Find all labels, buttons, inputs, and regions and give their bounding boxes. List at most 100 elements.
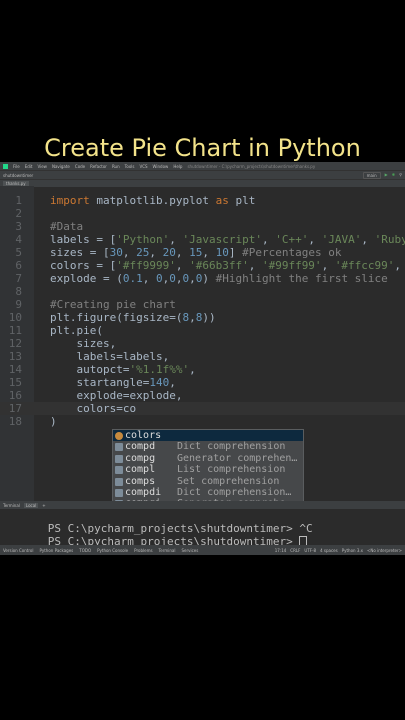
menu-window[interactable]: Window: [153, 164, 169, 169]
code-text: plt.pie(: [50, 324, 103, 337]
line-number: 3: [15, 220, 22, 233]
code-text: labels=labels,: [50, 350, 170, 363]
line-number: 2: [15, 207, 22, 220]
code-line[interactable]: 9 #Creating pie chart: [0, 298, 405, 311]
navigation-bar: shutdowntimer main ▶ ✱ ⚲: [0, 170, 405, 179]
code-text: colors = ['#ff9999', '#66b3ff', '#99ff99…: [50, 259, 402, 272]
terminal-panel[interactable]: Terminal Local + PS C:\pycharm_projects\…: [0, 501, 405, 548]
line-number: 11: [8, 324, 22, 337]
code-text: colors=co: [50, 402, 137, 415]
toolwindow-terminal[interactable]: Terminal: [159, 548, 176, 553]
toolwindow-version-control[interactable]: Version Control: [3, 548, 33, 553]
code-line[interactable]: 4 labels = ['Python', 'Javascript', 'C++'…: [0, 233, 405, 246]
terminal-line: PS C:\pycharm_projects\shutdowntimer> ^C: [0, 509, 405, 535]
code-line[interactable]: 11 plt.pie(: [0, 324, 405, 337]
code-line[interactable]: 2: [0, 207, 405, 220]
menu-bar: File Edit View Navigate Code Refactor Ru…: [0, 162, 405, 170]
line-number: 13: [8, 350, 22, 363]
completion-description: Generator comprehen…: [177, 452, 298, 464]
line-number: 16: [8, 389, 22, 402]
code-line[interactable]: 7 explode = (0.1, 0,0,0,0) #Highlight the…: [0, 272, 405, 285]
run-config-select[interactable]: main: [362, 172, 381, 179]
status-caret[interactable]: 17:14: [275, 548, 287, 553]
line-number: 8: [15, 285, 22, 298]
code-text: startangle=140,: [50, 376, 176, 389]
status-interpreter[interactable]: <No interpreter>: [367, 548, 402, 553]
line-number: 4: [15, 233, 22, 246]
code-text: import matplotlib.pyplot as plt: [50, 194, 256, 207]
completion-name: compg: [125, 452, 156, 464]
breadcrumb[interactable]: shutdowntimer: [3, 173, 33, 178]
code-line[interactable]: 13 labels=labels,: [0, 350, 405, 363]
code-line[interactable]: 12 sizes,: [0, 337, 405, 350]
search-icon[interactable]: ⚲: [399, 172, 402, 179]
completion-item[interactable]: comps Set comprehension: [113, 476, 303, 487]
completion-description: Set comprehension: [177, 475, 280, 487]
completion-item[interactable]: compg Generator comprehen…: [113, 453, 303, 464]
code-text: #Data: [50, 220, 84, 233]
terminal-line-text: PS C:\pycharm_projects\shutdowntimer> ^C: [47, 522, 313, 535]
code-line[interactable]: 18): [0, 415, 405, 428]
line-number: 1: [15, 194, 22, 207]
toolwindow-python-packages[interactable]: Python Packages: [39, 548, 73, 553]
menu-run[interactable]: Run: [112, 164, 120, 169]
terminal-header: Terminal Local +: [0, 502, 405, 509]
menu-code[interactable]: Code: [75, 164, 85, 169]
status-line-sep[interactable]: CRLF: [290, 548, 300, 553]
code-line[interactable]: 3 #Data: [0, 220, 405, 233]
code-text: autopct='%1.1f%%',: [50, 363, 196, 376]
line-number: 9: [15, 298, 22, 311]
code-line[interactable]: 6 colors = ['#ff9999', '#66b3ff', '#99ff9…: [0, 259, 405, 272]
menu-edit[interactable]: Edit: [25, 164, 33, 169]
completion-description: Dict comprehension: [177, 441, 286, 453]
pycharm-logo-icon: [3, 163, 8, 169]
completion-name: colors: [125, 430, 162, 441]
status-python[interactable]: Python 3.x: [342, 548, 363, 553]
toolwindow-python-console[interactable]: Python Console: [97, 548, 128, 553]
terminal-tab-label[interactable]: Terminal: [3, 503, 20, 508]
completion-name: comps: [125, 475, 156, 487]
status-indent[interactable]: 4 spaces: [320, 548, 338, 553]
debug-icon[interactable]: ✱: [392, 172, 395, 179]
toolwindow-todo[interactable]: TODO: [79, 548, 91, 553]
code-line[interactable]: 15 startangle=140,: [0, 376, 405, 389]
menu-file[interactable]: File: [13, 164, 20, 169]
toolwindow-problems[interactable]: Problems: [134, 548, 152, 553]
code-line[interactable]: 5 sizes = [30, 25, 20, 15, 10] #Percentag…: [0, 246, 405, 259]
code-editor[interactable]: 1 import matplotlib.pyplot as plt 2 3 #Data 4…: [0, 186, 405, 534]
code-line[interactable]: 16 explode=explode,: [0, 389, 405, 402]
live-template-icon: [115, 477, 123, 486]
code-text: plt.figure(figsize=(8,8)): [50, 311, 216, 324]
code-line[interactable]: 8: [0, 285, 405, 298]
status-encoding[interactable]: UTF-8: [304, 548, 316, 553]
line-number: 18: [8, 415, 22, 428]
menu-tools[interactable]: Tools: [125, 164, 135, 169]
run-icon[interactable]: ▶: [385, 172, 388, 179]
code-line[interactable]: 10 plt.figure(figsize=(8,8)): [0, 311, 405, 324]
toolwindow-services[interactable]: Services: [181, 548, 198, 553]
line-number: 15: [8, 376, 22, 389]
completion-item[interactable]: compdi Dict comprehension…: [113, 487, 303, 498]
terminal-session-tab[interactable]: Local: [23, 503, 39, 508]
line-number: 17: [8, 402, 22, 415]
code-line[interactable]: 17 colors=co: [0, 402, 405, 415]
code-text: #Creating pie chart: [50, 298, 176, 311]
live-template-icon: [115, 488, 123, 497]
menu-help[interactable]: Help: [173, 164, 182, 169]
code-line[interactable]: 1 import matplotlib.pyplot as plt: [0, 194, 405, 207]
menu-vcs[interactable]: VCS: [139, 164, 147, 169]
menu-refactor[interactable]: Refactor: [90, 164, 107, 169]
menu-navigate[interactable]: Navigate: [52, 164, 70, 169]
completion-name: compl: [125, 464, 156, 476]
menu-view[interactable]: View: [37, 164, 47, 169]
completion-name: compdi: [125, 486, 162, 498]
completion-item[interactable]: colors: [113, 430, 303, 442]
line-number: 6: [15, 259, 22, 272]
completion-item[interactable]: compl List comprehension: [113, 464, 303, 475]
code-line[interactable]: 14 autopct='%1.1f%%',: [0, 363, 405, 376]
code-text: ): [50, 415, 57, 428]
completion-item[interactable]: compd Dict comprehension: [113, 441, 303, 452]
new-tab-icon[interactable]: +: [42, 503, 45, 508]
code-text: explode = (0.1, 0,0,0,0) #Highlight the …: [50, 272, 388, 285]
code-text: explode=explode,: [50, 389, 183, 402]
